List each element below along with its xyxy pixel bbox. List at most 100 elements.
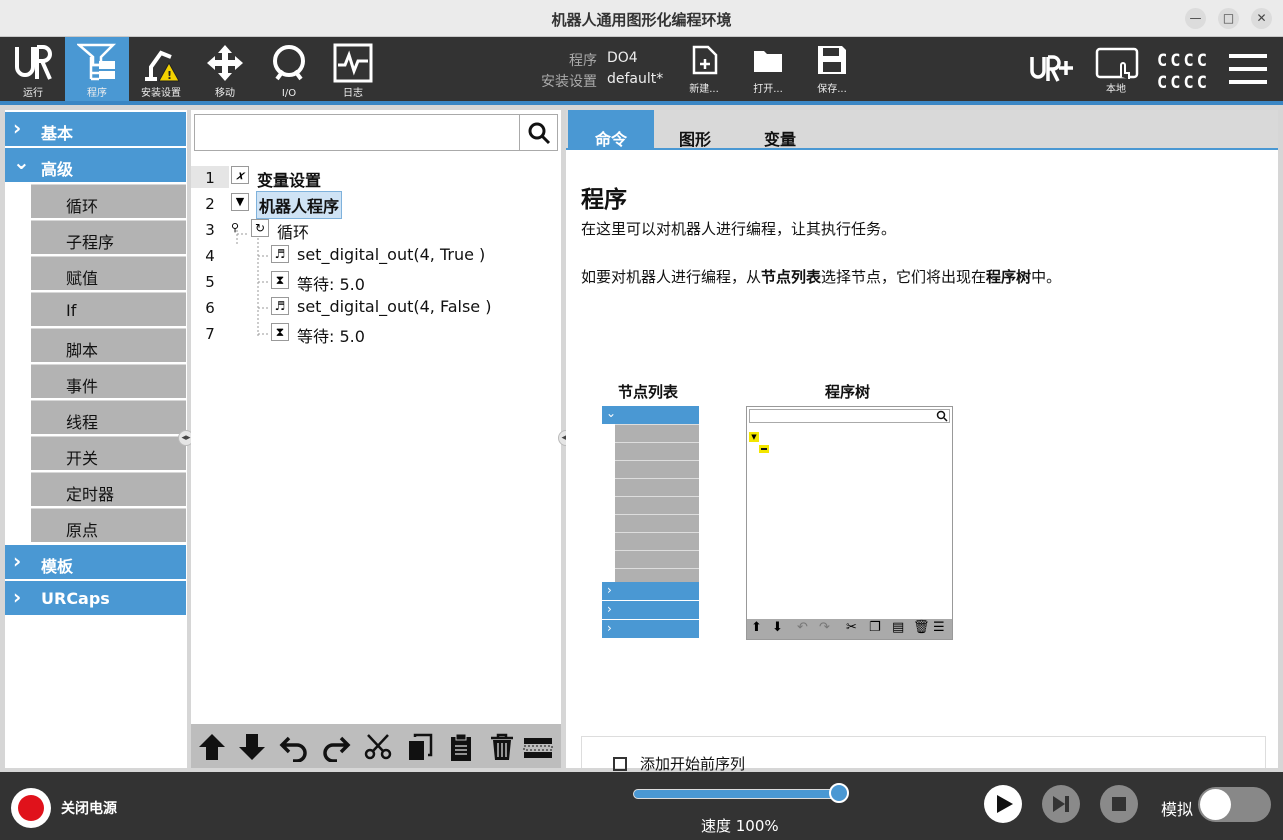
play-icon (997, 795, 1013, 813)
hourglass-icon: ⧗ (271, 271, 289, 289)
hamburger-menu-button[interactable] (1226, 37, 1272, 101)
mini-search-box (749, 409, 950, 423)
speed-slider-handle[interactable] (829, 783, 849, 803)
details-instructions: 如要对机器人进行编程，从节点列表选择节点，它们将出现在程序树中。 (581, 266, 1061, 287)
svg-text:!: ! (167, 69, 172, 82)
menu-icon (1229, 54, 1267, 84)
nav-section-basic[interactable]: › 基本 (5, 112, 186, 146)
tab-move[interactable]: 移动 (193, 37, 257, 101)
delete-icon[interactable] (487, 732, 517, 762)
redo-icon[interactable] (321, 732, 351, 762)
chevron-right-icon: › (13, 549, 22, 573)
program-tree-illustration-title: 程序树 (825, 383, 871, 401)
play-button[interactable] (984, 785, 1022, 823)
save-program-button[interactable]: 保存... (807, 37, 857, 101)
tab-graphics[interactable]: 图形 (652, 110, 738, 150)
folder-icon (754, 51, 782, 72)
status-line-2: CCCC (1157, 73, 1210, 93)
tab-io[interactable]: I/O (257, 37, 321, 101)
mini-node-item (615, 442, 699, 460)
tree-node-label: 等待: 5.0 (297, 327, 365, 346)
minimize-button[interactable]: — (1185, 8, 1206, 29)
power-button[interactable] (11, 788, 51, 828)
copy-icon[interactable] (405, 732, 435, 762)
nav-item-event[interactable]: 事件 (31, 364, 186, 398)
window-title: 机器人通用图形化编程环境 (551, 11, 732, 29)
tab-command[interactable]: 命令 (568, 110, 654, 150)
new-program-label: 新建... (689, 84, 719, 95)
urcaps-button[interactable] (1026, 37, 1080, 101)
chevron-down-icon: ⌄ (13, 150, 30, 174)
start-sequence-checkbox[interactable] (613, 757, 627, 771)
new-file-icon (692, 45, 718, 75)
tab-program[interactable]: 程序 (65, 37, 129, 101)
mini-chevron-right-icon: › (602, 601, 699, 619)
close-button[interactable]: ✕ (1251, 8, 1272, 29)
tab-log[interactable]: 日志 (321, 37, 385, 101)
undo-icon[interactable] (279, 732, 309, 762)
mini-node-marker (759, 445, 769, 453)
nav-item-subprogram[interactable]: 子程序 (31, 220, 186, 254)
nav-item-home[interactable]: 原点 (31, 508, 186, 542)
nav-item-script[interactable]: 脚本 (31, 328, 186, 362)
breakpoint-pin-icon[interactable]: ⚲ (231, 221, 239, 234)
open-program-button[interactable]: 打开... (743, 37, 793, 101)
installation-name: default* (607, 71, 664, 87)
ur-logo-icon (15, 45, 52, 80)
search-button[interactable] (519, 115, 557, 150)
nav-item-switch[interactable]: 开关 (31, 436, 186, 470)
cut-icon[interactable] (363, 732, 393, 762)
mini-delete-icon: 🗑 (913, 620, 930, 635)
new-program-button[interactable]: 新建... (679, 37, 729, 101)
step-button[interactable] (1042, 785, 1080, 823)
pendant-hand-icon (1095, 47, 1139, 79)
mini-copy-icon: ❐ (869, 620, 881, 635)
move-down-icon[interactable] (237, 732, 267, 762)
mini-node-item (615, 550, 699, 568)
stop-button[interactable] (1100, 785, 1138, 823)
nav-item-label: 事件 (66, 377, 99, 396)
simulation-toggle[interactable] (1198, 787, 1271, 822)
nav-section-advanced[interactable]: ⌄ 高级 (5, 148, 186, 182)
hourglass-icon: ⧗ (271, 323, 289, 341)
speed-slider-track[interactable] (633, 789, 839, 799)
line-number: 2 (205, 195, 215, 213)
status-line-1: CCCC (1157, 51, 1210, 71)
nav-item-if[interactable]: If (31, 292, 186, 326)
step-icon (1053, 796, 1069, 812)
line-number: 1 (191, 166, 229, 188)
power-status-icon (18, 795, 44, 821)
collapse-triangle-icon[interactable]: ▼ (231, 193, 249, 211)
program-tree-icon (77, 43, 117, 81)
node-list-panel: › 基本 ⌄ 高级 循环 子程序 赋值 If 脚本 事件 线程 开关 定时器 原… (5, 110, 187, 768)
speed-label: 速度 100% (701, 817, 779, 835)
mini-chevron-right-icon: › (602, 582, 699, 600)
save-program-label: 保存... (817, 84, 847, 95)
mini-undo-icon: ↶ (797, 620, 808, 635)
maximize-button[interactable]: □ (1218, 8, 1239, 29)
move-up-icon[interactable] (197, 732, 227, 762)
suppress-icon[interactable] (523, 732, 553, 762)
local-control-button[interactable]: 本地 (1091, 37, 1141, 101)
tab-installation[interactable]: ! 安装设置 (129, 37, 193, 101)
chevron-right-icon: › (13, 116, 22, 140)
nav-item-timer[interactable]: 定时器 (31, 472, 186, 506)
bottom-status-bar: 关闭电源 速度 100% 模拟 (0, 772, 1283, 840)
tab-variables[interactable]: 变量 (737, 110, 823, 150)
nav-item-label: 原点 (66, 521, 99, 540)
nav-item-thread[interactable]: 线程 (31, 400, 186, 434)
mini-node-item (615, 496, 699, 514)
nav-section-templates[interactable]: › 模板 (5, 545, 186, 579)
mini-node-item (615, 460, 699, 478)
local-control-label: 本地 (1106, 84, 1126, 95)
nav-item-assignment[interactable]: 赋值 (31, 256, 186, 290)
nav-item-label: 循环 (66, 197, 99, 216)
paste-icon[interactable] (447, 732, 477, 762)
tree-search-input[interactable] (194, 114, 558, 151)
tab-run[interactable]: 运行 (1, 37, 65, 101)
tree-toolbar (191, 724, 561, 768)
nav-section-urcaps[interactable]: › URCaps (5, 581, 186, 615)
nav-item-loop[interactable]: 循环 (31, 184, 186, 218)
program-tree-illustration: ▼ ⬆ ⬇ ↶ ↷ ✂ ❐ ▤ 🗑 ☰ (746, 406, 953, 640)
node-list-illustration: ⌄ › › › (602, 406, 699, 638)
